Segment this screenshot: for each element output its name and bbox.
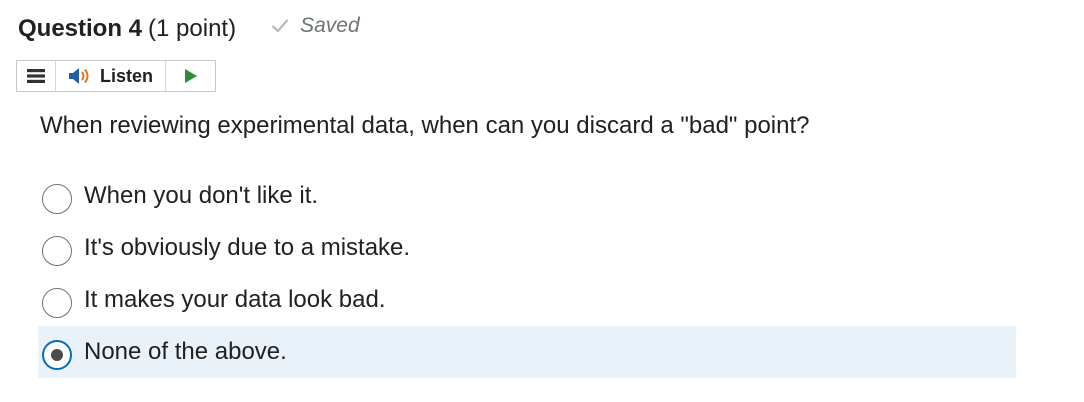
menu-icon (27, 69, 45, 83)
play-button[interactable] (166, 61, 215, 91)
question-text: When reviewing experimental data, when c… (40, 112, 810, 139)
radio-button[interactable] (42, 236, 72, 266)
readspeaker-menu-button[interactable] (17, 61, 56, 91)
answer-options: When you don't like it. It's obviously d… (38, 170, 1016, 378)
answer-option[interactable]: When you don't like it. (38, 170, 1016, 222)
speaker-icon (69, 68, 89, 84)
answer-option-label: It's obviously due to a mistake. (84, 234, 411, 261)
radio-button[interactable] (42, 184, 72, 214)
answer-option-label: None of the above. (84, 338, 287, 365)
question-title: Question 4 (18, 15, 143, 42)
question-points: (1 point) (148, 15, 237, 42)
saved-status-text: Saved (300, 14, 360, 37)
radio-button[interactable] (42, 288, 72, 318)
checkmark-icon (271, 19, 289, 33)
question-header: Question 4 (1 point) Saved (18, 14, 360, 43)
answer-option-selected[interactable]: None of the above. (38, 326, 1016, 378)
listen-button[interactable]: Listen (56, 61, 167, 91)
answer-option-label: When you don't like it. (84, 182, 319, 209)
radio-button-checked[interactable] (42, 340, 72, 370)
saved-status: Saved (270, 14, 360, 38)
listen-label: Listen (100, 65, 154, 86)
answer-option[interactable]: It makes your data look bad. (38, 274, 1016, 326)
play-icon (184, 69, 197, 83)
answer-option-label: It makes your data look bad. (84, 286, 386, 313)
readspeaker-toolbar: Listen (16, 60, 216, 92)
answer-option[interactable]: It's obviously due to a mistake. (38, 222, 1016, 274)
